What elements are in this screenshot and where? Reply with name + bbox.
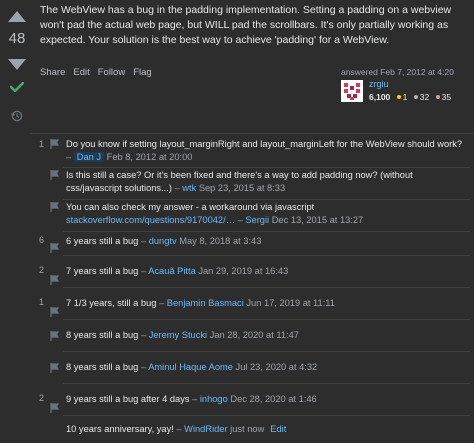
comment-text: 8 years still a bug [66,330,139,340]
comment-flag-icon[interactable] [50,202,59,212]
silver-badge-icon [413,95,418,100]
user-reputation: 6,100 1 32 35 [369,92,451,102]
comment-divider [63,167,470,168]
comment-score: 1 [38,139,44,149]
comment-item: 1 Do you know if setting layout_marginRi… [34,138,470,168]
comment-separator: – [156,298,167,308]
comment-flag-icon[interactable] [50,170,59,180]
comment-flag-icon[interactable] [50,363,59,373]
comment-score: 6 [38,235,44,245]
answer-post: 48 The WebView has a bug in the padding … [0,0,474,440]
comment-edit-link[interactable]: Edit [270,424,286,434]
comment-divider [63,319,470,320]
comment-divider [63,255,470,256]
comment-item: 10 years anniversary, yay! – WindRider j… [34,417,470,443]
comment-user-link[interactable]: Dan J [73,151,105,162]
comment-user-link[interactable]: dungtv [149,236,177,246]
comment-divider [63,415,470,416]
bronze-badge-count: 35 [441,92,452,102]
upvote-arrow-icon[interactable] [8,11,26,22]
comment-text: 10 years anniversary, yay! [66,424,174,434]
comment-separator: – [173,424,185,434]
user-signature: answered Feb 7, 2012 at 4:20 zrgiu 6,100… [341,67,471,102]
comment-text: 9 years still a bug after 4 days [66,394,190,404]
comment-date[interactable]: Jul 23, 2020 at 4:32 [236,362,318,372]
comment-date[interactable]: Jun 17, 2019 at 11:11 [246,298,335,308]
comment-item: You can also check my answer - a workaro… [34,201,470,232]
edit-link[interactable]: Edit [73,67,89,78]
gold-badge-icon [396,95,401,100]
gold-badge-count: 1 [402,92,408,102]
history-icon[interactable] [11,110,23,122]
flag-link[interactable]: Flag [133,67,151,78]
comment-user-link[interactable]: Jeremy Stucki [149,330,207,340]
comment-user-link[interactable]: WindRider [184,424,227,434]
comment-divider [63,287,470,288]
comment-item: 1 7 1/3 years, still a bug – Benjamin Ba… [34,289,470,320]
comment-separator: – [138,362,149,372]
follow-link[interactable]: Follow [98,67,125,78]
comment-score: 2 [38,265,44,275]
comment-score: 1 [38,297,44,307]
comment-item: 2 9 years still a bug after 4 days – inh… [34,385,470,416]
comment-divider [63,199,470,200]
comment-flag-icon[interactable] [50,275,59,285]
post-menu: Share Edit Follow Flag [40,67,152,78]
comment-user-link[interactable]: wtk [182,183,196,193]
comment-score: 2 [38,393,44,403]
comment-item: 2 7 years still a bug – Acauã Pitta Jan … [34,257,470,288]
comment-text: 7 years still a bug [66,266,139,276]
comment-flag-icon[interactable] [50,331,59,341]
comment-item: 8 years still a bug – Aminul Haque Aome … [34,353,470,384]
comment-item: 6 6 years still a bug – dungtv May 8, 20… [34,233,470,256]
comments-divider [30,133,474,134]
comment-separator: – [138,236,149,246]
comment-external-link[interactable]: stackoverflow.com/questions/9170042/… [66,215,235,225]
comment-flag-icon[interactable] [50,243,59,253]
comment-user-link[interactable]: inhogo [200,394,228,404]
comment-date[interactable]: Feb 8, 2012 at 20:00 [107,152,193,162]
comment-user-link[interactable]: Aminul Haque Aome [148,362,233,372]
comment-text: You can also check my answer - a workaro… [66,202,315,212]
comment-date[interactable]: May 8, 2018 at 3:43 [179,236,261,246]
user-name-link[interactable]: zrgiu [369,79,389,89]
comment-user-link[interactable]: Acauã Pitta [148,266,196,276]
accepted-check-icon [10,82,24,92]
comment-user-link[interactable]: Sergii [245,215,269,225]
comment-date[interactable]: Dec 13, 2015 at 13:27 [272,215,364,225]
comment-separator: – [171,182,183,193]
downvote-arrow-icon[interactable] [8,59,26,70]
silver-badge-count: 32 [419,92,430,102]
comment-text: Do you know if setting layout_marginRigh… [66,139,463,149]
comment-separator: – [138,266,149,276]
bronze-badge-icon [435,95,440,100]
comment-item: 8 years still a bug – Jeremy Stucki Jan … [34,321,470,352]
comment-divider [63,351,470,352]
comment-flag-icon[interactable] [50,139,59,149]
comment-date[interactable]: Jan 28, 2020 at 11:47 [210,330,299,340]
share-link[interactable]: Share [40,67,65,78]
comment-date[interactable]: Sep 23, 2015 at 8:33 [199,183,285,193]
reputation-score: 6,100 [369,92,391,102]
comment-separator: – [66,151,74,162]
comment-separator: – [138,330,149,340]
comment-text: 7 1/3 years, still a bug [66,298,157,308]
vote-score: 48 [8,30,26,47]
answered-timestamp[interactable]: answered Feb 7, 2012 at 4:20 [341,67,471,77]
comment-divider [63,231,470,232]
comment-text: 8 years still a bug [66,362,139,372]
comment-flag-icon[interactable] [50,403,59,413]
comment-date[interactable]: Dec 28, 2020 at 1:46 [230,394,316,404]
comment-flag-icon[interactable] [50,307,59,317]
user-avatar[interactable] [341,80,363,102]
comment-user-link[interactable]: Benjamin Basmaci [167,298,244,308]
comment-divider [63,383,470,384]
comment-date[interactable]: Jan 29, 2019 at 16:43 [198,266,288,276]
comment-date[interactable]: just now [230,424,264,434]
comment-text: 6 years still a bug [66,236,139,246]
comment-item: Is this still a case? Or it's been fixed… [34,169,470,200]
comment-separator: – [189,394,200,404]
comment-separator: – [235,214,246,225]
answer-body: The WebView has a bug in the padding imp… [40,4,452,46]
